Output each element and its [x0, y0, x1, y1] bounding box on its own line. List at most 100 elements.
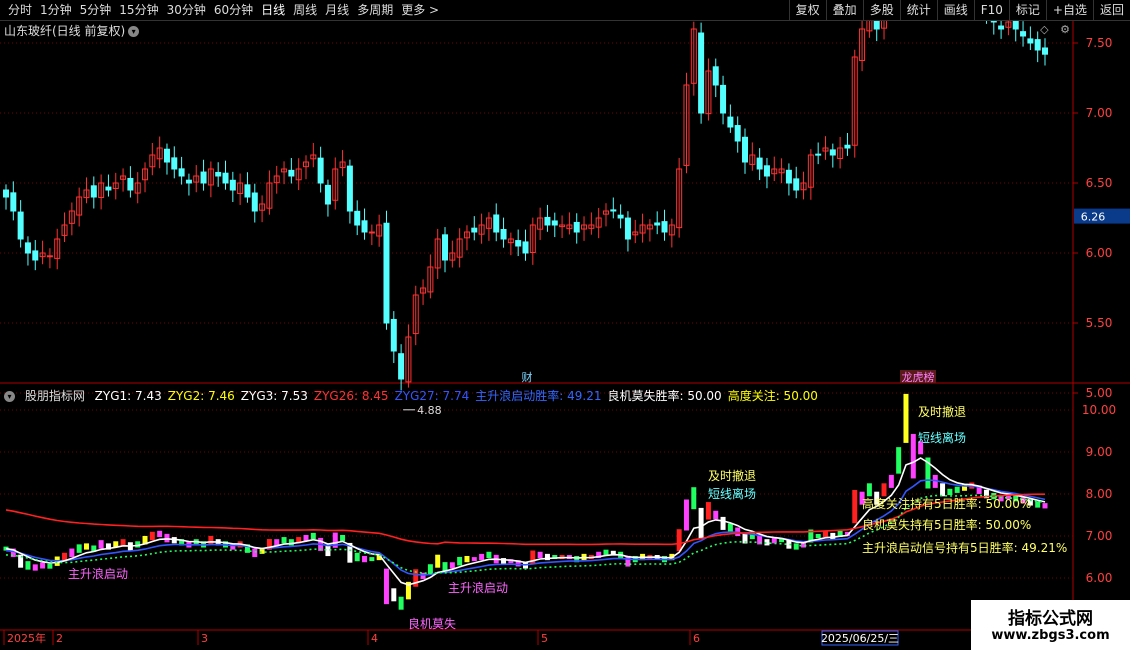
price-axis-label: 6.50 — [1086, 176, 1113, 190]
annotation-zhusheng: 主升浪启动 — [68, 566, 128, 581]
stock-title-text: 山东玻纤(日线 前复权) — [4, 24, 126, 38]
toolbar-button-0[interactable]: 复权 — [788, 0, 826, 20]
toolbar-button-1[interactable]: 叠加 — [825, 0, 863, 20]
indicator-bar — [815, 534, 821, 538]
candle-body — [522, 241, 529, 254]
indicator-axis-label: 10.00 — [1082, 403, 1116, 417]
toolbar-button-3[interactable]: 统计 — [899, 0, 937, 20]
date-axis-label: 3 — [201, 632, 208, 645]
stock-title: 山东玻纤(日线 前复权) ▾ — [4, 22, 140, 39]
indicator-bar — [479, 553, 485, 561]
toolbar-button-7[interactable]: +自选 — [1045, 0, 1093, 20]
candle-body — [215, 171, 222, 177]
candle-body — [1042, 47, 1048, 55]
toolbar-button-4[interactable]: 画线 — [936, 0, 974, 20]
annotation-stat3: 主升浪启动信号持有5日胜率: 49.21% — [862, 540, 1067, 555]
indicator-bar — [537, 551, 543, 559]
candle-body — [493, 214, 500, 233]
candle-body — [185, 179, 192, 184]
candle-body — [727, 116, 734, 128]
candle-body — [390, 318, 397, 352]
indicator-bar — [1035, 501, 1041, 508]
indicator-bar — [691, 487, 697, 510]
dropdown-icon[interactable]: ▾ — [4, 391, 15, 402]
indicator-axis-label: 8.00 — [1086, 487, 1113, 501]
candle-body — [288, 169, 295, 177]
indicator-bar — [69, 548, 75, 558]
candle-body — [610, 209, 617, 212]
price-axis-label: 7.50 — [1086, 36, 1113, 50]
period-tab-9[interactable]: 多周期 — [353, 2, 397, 18]
period-tab-3[interactable]: 15分钟 — [115, 2, 162, 18]
indicator-name: 股朋指标网 — [24, 389, 85, 403]
indicator-axis-label: 7.00 — [1086, 529, 1113, 543]
indicator-bar — [47, 563, 53, 569]
candle-body — [573, 221, 580, 233]
toolbar-button-2[interactable]: 多股 — [862, 0, 900, 20]
panel-corner-icons: ◇ ⚙ — [1032, 23, 1070, 36]
date-axis-label: 5 — [541, 632, 548, 645]
marker-bang: 龙虎榜 — [902, 370, 935, 384]
chart-canvas[interactable]: 9.509.008.508.007.507.006.506.005.505.00… — [0, 0, 1130, 650]
indicator-bar — [252, 548, 258, 558]
diamond-icon[interactable]: ◇ — [1040, 23, 1048, 36]
candle-body — [1020, 31, 1027, 37]
indicator-bar — [120, 539, 126, 546]
candle-body — [10, 192, 17, 212]
candle-body — [515, 240, 522, 247]
candle-body — [398, 353, 405, 380]
indicator-bar — [727, 523, 733, 532]
indicator-bar — [398, 596, 404, 610]
candle-body — [500, 228, 507, 240]
indicator-bar — [362, 555, 368, 563]
indicator-bar — [435, 554, 441, 568]
candle-body — [324, 184, 331, 205]
date-highlight: 2025/06/25/三 — [821, 632, 899, 645]
period-tab-10[interactable]: 更多 > — [397, 2, 443, 18]
candle-body — [90, 185, 97, 198]
annotation-jishi: 及时撤退 — [708, 468, 756, 483]
indicator-bar — [903, 393, 909, 443]
price-axis-label: 5.50 — [1086, 316, 1113, 330]
indicator-bar — [896, 447, 902, 474]
period-tab-1[interactable]: 1分钟 — [36, 2, 76, 18]
indicator-bar — [164, 533, 170, 543]
gear-icon[interactable]: ⚙ — [1060, 23, 1070, 36]
indicator-field-1: ZYG2: 7.46 — [167, 389, 235, 403]
candle-body — [763, 165, 770, 177]
candle-body — [756, 157, 763, 170]
indicator-bar — [449, 562, 455, 569]
indicator-bar — [310, 532, 316, 540]
candle-body — [815, 153, 822, 156]
candle-body — [178, 168, 185, 177]
low-label: 4.88 — [417, 404, 442, 417]
toolbar-button-5[interactable]: F10 — [973, 0, 1009, 20]
period-tab-7[interactable]: 周线 — [289, 2, 321, 18]
indicator-axis-label: 6.00 — [1086, 571, 1113, 585]
period-tab-4[interactable]: 30分钟 — [163, 2, 210, 18]
candle-body — [442, 234, 449, 261]
candle-body — [222, 172, 229, 184]
annotation-stat1: 高度关注持有5日胜率: 50.00% — [862, 496, 1031, 511]
indicator-bar — [471, 557, 477, 562]
period-tab-0[interactable]: 分时 — [4, 2, 36, 18]
period-tab-2[interactable]: 5分钟 — [76, 2, 116, 18]
indicator-bar — [881, 483, 887, 497]
dropdown-icon[interactable]: ▾ — [128, 26, 140, 37]
indicator-bar — [866, 483, 872, 497]
watermark-url: www.zbgs3.com — [991, 628, 1110, 643]
indicator-field-5: 主升浪启动胜率: 49.21 — [475, 389, 602, 403]
candle-body — [1034, 39, 1041, 51]
candle-body — [346, 165, 353, 212]
period-tab-6[interactable]: 日线 — [257, 2, 289, 18]
period-tab-8[interactable]: 月线 — [321, 2, 353, 18]
indicator-bar — [954, 486, 960, 493]
toolbar-button-8[interactable]: 返回 — [1092, 0, 1130, 20]
period-tab-5[interactable]: 60分钟 — [210, 2, 257, 18]
toolbar-button-6[interactable]: 标记 — [1008, 0, 1046, 20]
candle-body — [127, 177, 134, 191]
indicator-bar — [391, 588, 397, 602]
indicator-bar — [464, 555, 470, 563]
watermark: 指标公式网 www.zbgs3.com — [971, 600, 1130, 650]
indicator-bar — [383, 568, 389, 605]
